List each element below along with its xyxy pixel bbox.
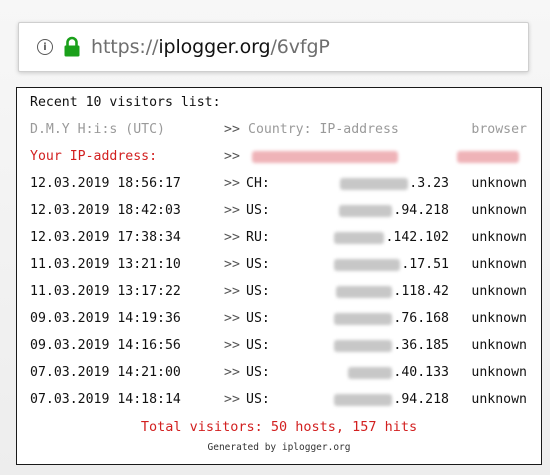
redacted-ip xyxy=(334,394,393,406)
visitor-browser: unknown xyxy=(471,203,527,218)
header-datetime: D.M.Y H:i:s (UTC) xyxy=(30,122,165,137)
info-icon[interactable]: i xyxy=(37,39,53,55)
redacted-ip xyxy=(334,340,393,352)
visitor-arrow: >> xyxy=(224,284,240,299)
visitor-browser: unknown xyxy=(471,392,527,407)
your-ip-arrow: >> xyxy=(224,149,240,164)
visitor-browser: unknown xyxy=(471,257,527,272)
generated-by: Generated by iplogger.org xyxy=(207,442,351,453)
lock-icon[interactable] xyxy=(63,36,81,58)
visitor-datetime: 11.03.2019 13:21:10 xyxy=(30,257,181,272)
visitor-row: 12.03.2019 18:56:17 >> CH: .3.23 unknown xyxy=(17,172,541,196)
visitor-datetime: 07.03.2019 14:21:00 xyxy=(30,365,181,380)
log-title: Recent 10 visitors list: xyxy=(30,95,221,110)
visitor-browser: unknown xyxy=(471,338,527,353)
visitor-row: 07.03.2019 14:21:00 >> US: .40.133 unknown xyxy=(17,361,541,385)
redacted-browser xyxy=(457,151,519,163)
your-ip-row: Your IP-address: >> xyxy=(17,145,541,169)
url-text[interactable]: https://iplogger.org/6vfgP xyxy=(91,36,330,58)
url-host: iplogger.org xyxy=(158,36,271,58)
visitor-browser: unknown xyxy=(471,230,527,245)
visitor-browser: unknown xyxy=(471,176,527,191)
visitor-row: 11.03.2019 13:21:10 >> US: .17.51 unknown xyxy=(17,253,541,277)
visitor-row: 09.03.2019 14:19:36 >> US: .76.168 unknown xyxy=(17,307,541,331)
visitor-browser: unknown xyxy=(471,311,527,326)
header-browser: browser xyxy=(471,122,527,137)
visitor-browser: unknown xyxy=(471,365,527,380)
redacted-ip xyxy=(334,259,401,271)
header-row: D.M.Y H:i:s (UTC) >> Country: IP-address… xyxy=(17,118,541,142)
visitor-arrow: >> xyxy=(224,203,240,218)
visitor-datetime: 12.03.2019 17:38:34 xyxy=(30,230,181,245)
header-country-ip: Country: IP-address xyxy=(248,122,399,137)
redacted-ip xyxy=(339,205,393,217)
visitor-arrow: >> xyxy=(224,257,240,272)
redacted-ip xyxy=(334,232,385,244)
visitor-datetime: 09.03.2019 14:19:36 xyxy=(30,311,181,326)
redacted-ip xyxy=(336,286,393,298)
visitor-datetime: 09.03.2019 14:16:56 xyxy=(30,338,181,353)
visitor-row: 07.03.2019 14:18:14 >> US: .94.218 unknown xyxy=(17,388,541,412)
visitor-row: 12.03.2019 18:42:03 >> US: .94.218 unknown xyxy=(17,199,541,223)
visitor-row: 09.03.2019 14:16:56 >> US: .36.185 unknown xyxy=(17,334,541,358)
redacted-ip xyxy=(252,151,398,163)
visitor-arrow: >> xyxy=(224,176,240,191)
redacted-ip xyxy=(348,367,393,379)
redacted-ip xyxy=(340,178,409,190)
visitor-datetime: 11.03.2019 13:17:22 xyxy=(30,284,181,299)
address-bar[interactable]: i https://iplogger.org/6vfgP xyxy=(18,22,529,72)
visitor-arrow: >> xyxy=(224,230,240,245)
visitor-log-panel: Recent 10 visitors list: D.M.Y H:i:s (UT… xyxy=(16,87,542,465)
visitor-row: 11.03.2019 13:17:22 >> US: .118.42 unknown xyxy=(17,280,541,304)
visitor-datetime: 12.03.2019 18:42:03 xyxy=(30,203,181,218)
visitor-arrow: >> xyxy=(224,392,240,407)
visitor-arrow: >> xyxy=(224,338,240,353)
visitor-datetime: 12.03.2019 18:56:17 xyxy=(30,176,181,191)
visitor-arrow: >> xyxy=(224,365,240,380)
visitor-browser: unknown xyxy=(471,284,527,299)
visitor-row: 12.03.2019 17:38:34 >> RU: .142.102 unknown xyxy=(17,226,541,250)
url-path: /6vfgP xyxy=(270,36,330,58)
url-scheme: https:// xyxy=(91,36,159,58)
redacted-ip xyxy=(334,313,393,325)
visitor-datetime: 07.03.2019 14:18:14 xyxy=(30,392,181,407)
total-visitors: Total visitors: 50 hosts, 157 hits xyxy=(140,419,418,435)
visitor-arrow: >> xyxy=(224,311,240,326)
log-title-row: Recent 10 visitors list: xyxy=(17,91,541,115)
your-ip-label: Your IP-address: xyxy=(30,149,158,164)
header-arrow: >> xyxy=(224,122,240,137)
